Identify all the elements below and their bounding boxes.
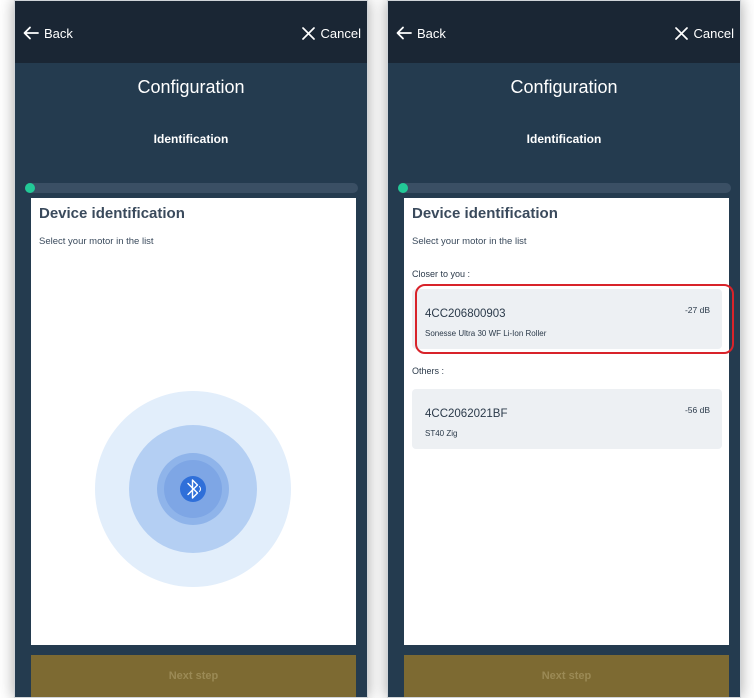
progress-fill <box>398 183 408 193</box>
cancel-button[interactable]: Cancel <box>674 23 734 43</box>
page-title: Configuration <box>510 77 618 97</box>
screen-device-list: Back Cancel Configuration Identification… <box>387 0 741 698</box>
arrow-left-icon <box>23 26 39 40</box>
card-hint: Select your motor in the list <box>39 236 154 247</box>
card-title: Device identification <box>412 205 558 222</box>
progress-bar <box>25 183 358 193</box>
top-bar: Back Cancel <box>15 1 367 63</box>
cancel-button[interactable]: Cancel <box>301 23 361 43</box>
step-subtitle: Identification <box>153 132 229 146</box>
cancel-label: Cancel <box>693 25 734 41</box>
progress-bar <box>398 183 731 193</box>
close-icon <box>674 26 688 40</box>
device-model: ST40 Zig <box>425 429 458 438</box>
back-label: Back <box>44 25 73 41</box>
device-identification-card: Device identification Select your motor … <box>404 198 729 645</box>
step-subtitle: Identification <box>526 132 602 146</box>
back-label: Back <box>417 25 446 41</box>
back-button[interactable]: Back <box>396 23 446 43</box>
back-button[interactable]: Back <box>23 23 73 43</box>
top-bar: Back Cancel <box>388 1 740 63</box>
selection-highlight <box>415 284 734 354</box>
others-section-label: Others : <box>412 366 445 376</box>
screen-scanning: Back Cancel Configuration Identification… <box>14 0 368 698</box>
device-identification-card: Device identification Select your motor … <box>31 198 356 645</box>
scanning-animation <box>95 391 291 587</box>
device-id: 4CC2062021BF <box>425 408 508 420</box>
closer-section-label: Closer to you : <box>412 269 471 279</box>
progress-fill <box>25 183 35 193</box>
next-step-button[interactable]: Next step <box>31 655 356 697</box>
page-title: Configuration <box>137 77 245 97</box>
card-hint: Select your motor in the list <box>412 236 527 247</box>
next-step-button[interactable]: Next step <box>404 655 729 697</box>
device-signal-strength: -56 dB <box>684 405 710 415</box>
card-title: Device identification <box>39 205 185 222</box>
cancel-label: Cancel <box>320 25 361 41</box>
device-row[interactable]: 4CC2062021BF ST40 Zig -56 dB <box>412 389 722 449</box>
bluetooth-icon <box>180 476 206 502</box>
arrow-left-icon <box>396 26 412 40</box>
close-icon <box>301 26 315 40</box>
